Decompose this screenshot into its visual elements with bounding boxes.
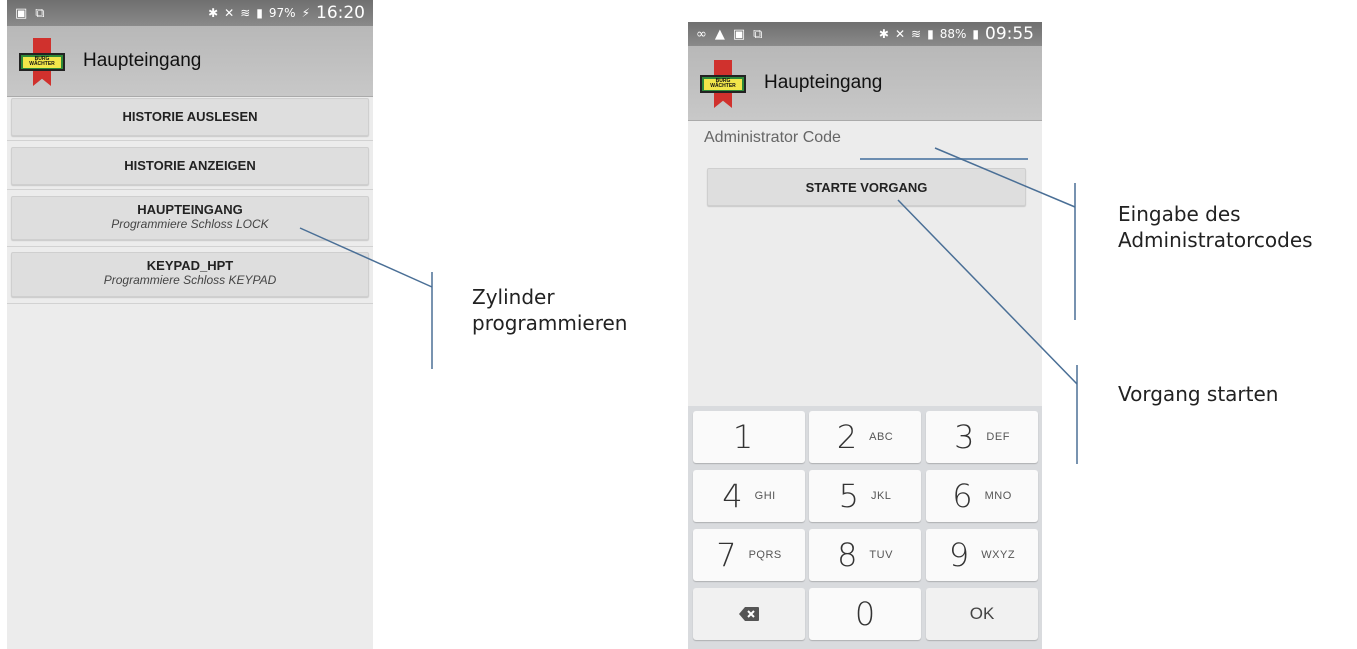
- numeric-keypad: 1 2 ABC 3 DEF 4 GHI 5 JKL 6 MNO 7 PQRS 8 TUV 9W…: [688, 406, 1042, 649]
- administrator-code-label: Administrator Code: [704, 129, 841, 146]
- image-notification-icon: ▣: [15, 5, 28, 21]
- key-0[interactable]: 0: [809, 588, 921, 640]
- bluetooth-icon: ✱: [208, 6, 219, 20]
- status-time: 16:20: [316, 3, 365, 23]
- signal-icon: ▮: [927, 27, 934, 41]
- keypad-hpt-button[interactable]: KEYPAD_HPT Programmiere Schloss KEYPAD: [11, 252, 369, 297]
- key-4[interactable]: 4 GHI: [693, 470, 805, 522]
- bluetooth-icon: ✱: [878, 27, 889, 41]
- historie-auslesen-button[interactable]: HISTORIE AUSLESEN: [11, 98, 369, 136]
- battery-level: 88%: [939, 27, 967, 41]
- historie-anzeigen-button[interactable]: HISTORIE ANZEIGEN: [11, 147, 369, 185]
- divider: [7, 140, 373, 141]
- image-notification-icon: ▣: [732, 26, 746, 42]
- app-title: Haupteingang: [83, 50, 202, 71]
- starte-vorgang-button[interactable]: STARTE VORGANG: [707, 168, 1026, 206]
- battery-charging-icon: ⚡: [301, 6, 310, 20]
- ok-key[interactable]: OK: [926, 588, 1038, 640]
- app-title: Haupteingang: [764, 72, 883, 93]
- key-6[interactable]: 6 MNO: [926, 470, 1038, 522]
- annotation-eingabe-administratorcodes: Eingabe des Administratorcodes: [1118, 202, 1313, 252]
- annotation-vorgang-starten: Vorgang starten: [1118, 382, 1279, 406]
- divider: [7, 246, 373, 247]
- warning-icon: ▲: [714, 26, 725, 42]
- voicemail-icon: ∞: [696, 26, 707, 42]
- app-bar: BURG WÄCHTER Haupteingang: [7, 26, 373, 97]
- backspace-icon: [739, 607, 759, 621]
- backspace-key[interactable]: [693, 588, 805, 640]
- phone-screen-right: ∞ ▲ ▣ ⧉ ✱ ✕ ≋ ▮ 88% ▮ 09:55 BURG WÄCHTER …: [688, 22, 1042, 649]
- wifi-icon: ≋: [911, 27, 922, 41]
- battery-icon: ▮: [972, 27, 979, 41]
- key-1[interactable]: 1: [693, 411, 805, 463]
- burg-waechter-logo: BURG WÄCHTER: [19, 38, 65, 86]
- divider: [7, 189, 373, 190]
- key-3[interactable]: 3 DEF: [926, 411, 1038, 463]
- screenshot-notification-icon: ⧉: [35, 5, 45, 21]
- status-bar: ▣ ⧉ ✱ ✕ ≋ ▮ 97% ⚡ 16:20: [7, 0, 373, 26]
- key-5[interactable]: 5 JKL: [809, 470, 921, 522]
- burg-waechter-logo: BURG WÄCHTER: [700, 60, 746, 108]
- battery-level: 97%: [268, 6, 296, 20]
- key-9[interactable]: 9 WXYZ: [926, 529, 1038, 581]
- mute-icon: ✕: [224, 6, 235, 20]
- divider: [7, 303, 373, 304]
- wifi-icon: ≋: [240, 6, 251, 20]
- status-bar: ∞ ▲ ▣ ⧉ ✱ ✕ ≋ ▮ 88% ▮ 09:55: [688, 22, 1042, 46]
- phone-screen-left: ▣ ⧉ ✱ ✕ ≋ ▮ 97% ⚡ 16:20 BURG WÄCHTER Haup…: [7, 0, 373, 649]
- screenshot-notification-icon: ⧉: [753, 26, 763, 42]
- annotation-zylinder-programmieren: Zylinder programmieren: [472, 285, 628, 335]
- app-bar: BURG WÄCHTER Haupteingang: [688, 46, 1042, 121]
- key-7[interactable]: 7 PQRS: [693, 529, 805, 581]
- key-2[interactable]: 2 ABC: [809, 411, 921, 463]
- status-time: 09:55: [985, 24, 1034, 44]
- haupteingang-lock-button[interactable]: HAUPTEINGANG Programmiere Schloss LOCK: [11, 196, 369, 240]
- key-8[interactable]: 8 TUV: [809, 529, 921, 581]
- signal-icon: ▮: [256, 6, 263, 20]
- administrator-code-input[interactable]: [860, 134, 1028, 160]
- mute-icon: ✕: [894, 27, 906, 41]
